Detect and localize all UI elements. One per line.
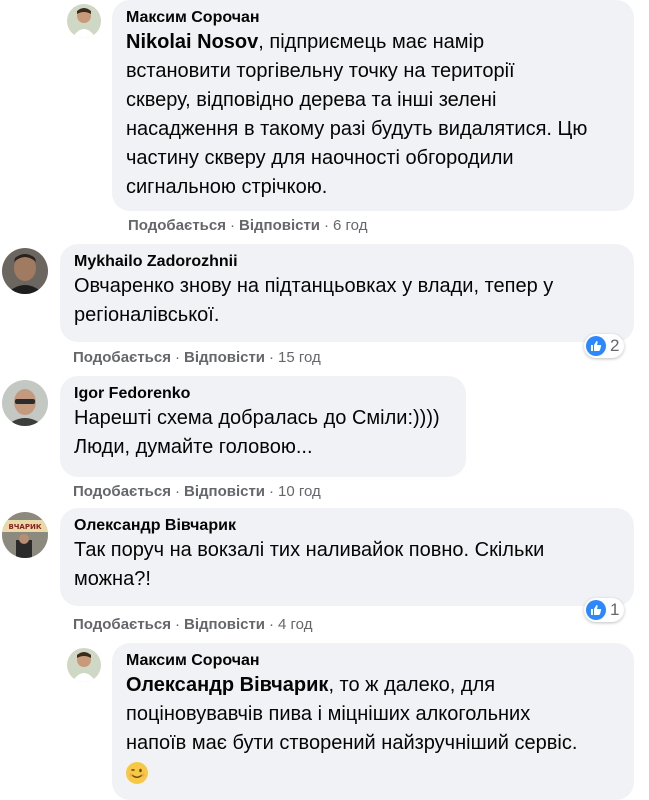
timestamp[interactable]: 10 год [278, 483, 321, 500]
avatar[interactable] [2, 380, 48, 426]
reaction-count[interactable]: 2 [584, 334, 625, 358]
timestamp[interactable]: 15 год [278, 349, 321, 366]
comment-actions: Подобається · Відповісти · 10 год [73, 483, 321, 500]
timestamp[interactable]: 6 год [333, 217, 367, 234]
reply-link[interactable]: Відповісти [239, 217, 320, 234]
comment-text: Овчаренко знову на підтанцьовках у влади… [74, 275, 554, 326]
timestamp[interactable]: 4 год [278, 616, 312, 633]
comment-author[interactable]: Максим Сорочан [126, 8, 620, 28]
comment-author[interactable]: Олександр Вівчарик [74, 516, 620, 536]
like-reaction-icon [586, 336, 606, 356]
mention-link[interactable]: Олександр Вівчарик [126, 674, 328, 696]
reply-link[interactable]: Відповісти [184, 616, 265, 633]
comment-bubble: Igor Fedorenko Нарешті схема добралась д… [60, 376, 466, 477]
separator: · [229, 217, 235, 234]
reply-link[interactable]: Відповісти [184, 349, 265, 366]
reply-link[interactable]: Відповісти [184, 483, 265, 500]
comment-text: Nikolai Nosov, підприємець має намір вста… [126, 31, 588, 198]
winking-face-icon [126, 761, 148, 784]
like-link[interactable]: Подобається [73, 483, 171, 500]
comment-bubble: Mykhailo Zadorozhnii Овчаренко знову на … [60, 244, 634, 342]
comment-bubble: Олександр Вівчарик Так поруч на вокзалі … [60, 508, 634, 606]
comment-author[interactable]: Igor Fedorenko [74, 384, 452, 404]
reaction-count[interactable]: 1 [584, 598, 625, 622]
comment-bubble: Максим Сорочан Олександр Вівчарик, то ж … [112, 643, 634, 800]
comment-actions: Подобається · Відповісти · 15 год [73, 349, 321, 366]
like-link[interactable]: Подобається [73, 349, 171, 366]
comment-text: Олександр Вівчарик, то ж далеко, для поці… [126, 671, 620, 787]
avatar[interactable]: ВЧАРИК [2, 512, 48, 558]
comment-text: Так поруч на вокзалі тих наливайок повно… [74, 539, 545, 590]
comment-author[interactable]: Mykhailo Zadorozhnii [74, 252, 620, 272]
avatar[interactable] [2, 248, 48, 294]
comment-actions: Подобається · Відповісти · 6 год [128, 217, 368, 234]
comment-actions: Подобається · Відповісти · 4 год [73, 616, 313, 633]
comment-text: Нарешті схема добралась до Сміли:)))) Люд… [74, 407, 440, 458]
like-link[interactable]: Подобається [73, 616, 171, 633]
comment-bubble: Максим Сорочан Nikolai Nosov, підприємец… [112, 0, 634, 211]
avatar[interactable] [67, 4, 101, 38]
like-reaction-icon [586, 600, 606, 620]
like-link[interactable]: Подобається [128, 217, 226, 234]
mention-link[interactable]: Nikolai Nosov [126, 31, 258, 53]
avatar-sign-text: ВЧАРИК [8, 523, 41, 531]
avatar[interactable] [67, 648, 101, 682]
comment-author[interactable]: Максим Сорочан [126, 651, 620, 671]
